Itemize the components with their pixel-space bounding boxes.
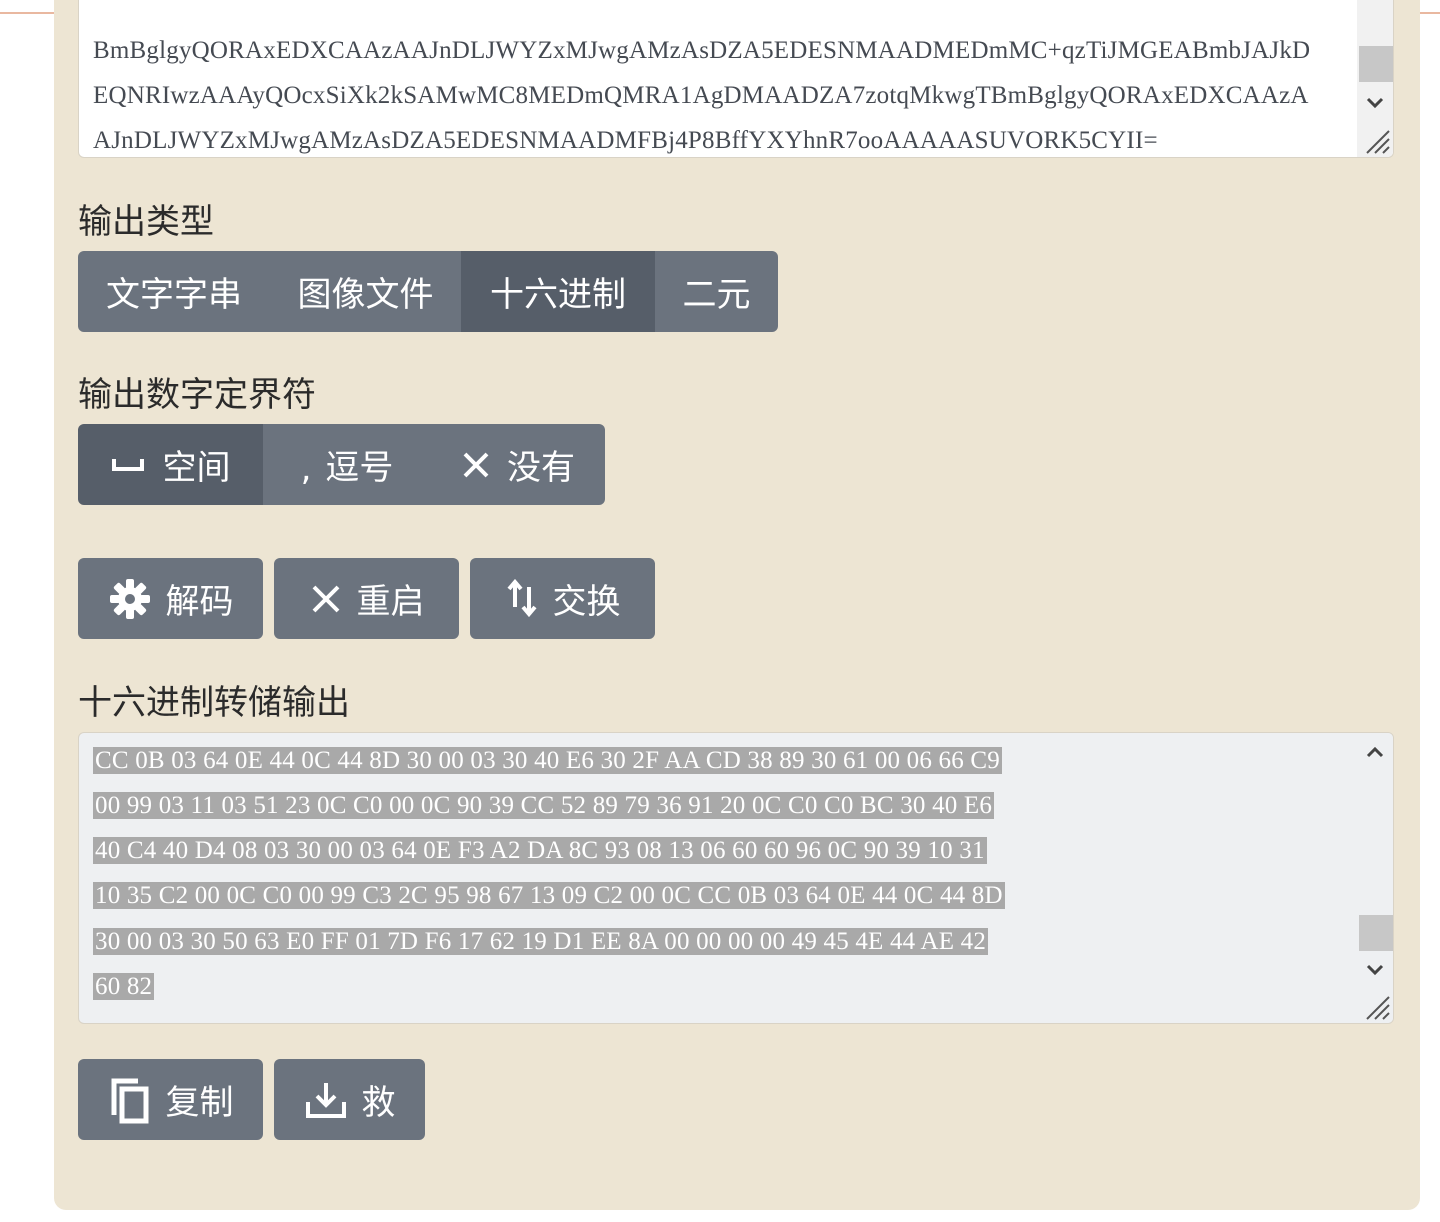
delimiter-group: 空间 , 逗号 没有 [78, 424, 605, 505]
gear-icon [109, 578, 150, 619]
input-line: EQNRIwzAAAyQOcxSiXk2kSAMwMC8MEDmQMRA1AgD… [93, 82, 1309, 109]
scrollbar-thumb[interactable] [1359, 46, 1393, 82]
resize-handle-icon[interactable] [1361, 991, 1391, 1021]
output-type-group: 文字字串 图像文件 十六进制 二元 [78, 251, 778, 332]
output-type-binary[interactable]: 二元 [655, 251, 778, 332]
delimiter-space-label: 空间 [162, 448, 231, 488]
input-line: AJnDLJWYZxMJwgAMzAsDZA5EDESNMAADMFBj4P8B… [93, 127, 1158, 154]
scroll-down-arrow-icon[interactable] [1357, 88, 1393, 118]
hex-line: CC 0B 03 64 0E 44 0C 44 8D 30 00 03 30 4… [93, 747, 1002, 774]
scrollbar-thumb[interactable] [1359, 915, 1393, 951]
x-icon [463, 452, 489, 477]
swap-button[interactable]: 交换 [470, 558, 655, 639]
copy-button-label: 复制 [165, 1083, 234, 1123]
input-textarea[interactable]: BmBglgyQORAxEDXCAAzAAJnDLJWYZxMJwgAMzAsD… [78, 0, 1394, 158]
input-line: BmBglgyQORAxEDXCAAzAAJnDLJWYZxMJwgAMzAsD… [93, 37, 1311, 64]
hex-line: 00 99 03 11 03 51 23 0C C0 00 0C 90 39 C… [93, 792, 995, 819]
hex-line: 10 35 C2 00 0C C0 00 99 C3 2C 95 98 67 1… [93, 882, 1005, 909]
delimiter-comma-label: 逗号 [325, 448, 394, 488]
download-icon [305, 1082, 346, 1118]
scroll-up-arrow-icon[interactable] [1357, 737, 1393, 767]
hex-line: 60 82 [93, 973, 155, 1000]
hex-output-textarea[interactable]: CC 0B 03 64 0E 44 0C 44 8D 30 00 03 30 4… [78, 732, 1394, 1024]
delimiter-comma[interactable]: , 逗号 [263, 424, 431, 505]
space-icon [111, 458, 144, 471]
scroll-down-arrow-icon[interactable] [1357, 955, 1393, 985]
save-button-label: 救 [361, 1083, 396, 1123]
decode-button[interactable]: 解码 [78, 558, 263, 639]
resize-handle-icon[interactable] [1361, 125, 1391, 155]
output-type-text-string[interactable]: 文字字串 [78, 251, 270, 332]
reset-button-label: 重启 [356, 582, 425, 622]
output-type-hex[interactable]: 十六进制 [461, 251, 655, 332]
decode-button-label: 解码 [165, 582, 234, 622]
output-type-image-file[interactable]: 图像文件 [270, 251, 461, 332]
save-button[interactable]: 救 [274, 1059, 425, 1140]
swap-button-label: 交换 [552, 582, 621, 622]
reset-button[interactable]: 重启 [274, 558, 459, 639]
delimiter-none[interactable]: 没有 [431, 424, 605, 505]
hex-output-label: 十六进制转储输出 [78, 683, 350, 723]
hex-line: 30 00 03 30 50 63 E0 FF 01 7D F6 17 62 1… [93, 928, 989, 955]
copy-button[interactable]: 复制 [78, 1059, 263, 1140]
output-type-label: 输出类型 [78, 202, 214, 242]
delimiter-label: 输出数字定界符 [78, 375, 316, 415]
hex-line: 40 C4 40 D4 08 03 30 00 03 64 0E F3 A2 D… [93, 837, 987, 864]
hex-scrollbar[interactable] [1357, 733, 1393, 1023]
close-icon [312, 585, 339, 612]
delimiter-none-label: 没有 [507, 448, 575, 488]
delimiter-space[interactable]: 空间 [78, 424, 263, 505]
comma-icon: , [300, 448, 312, 489]
copy-icon [111, 1078, 148, 1123]
swap-arrows-icon [506, 578, 537, 617]
